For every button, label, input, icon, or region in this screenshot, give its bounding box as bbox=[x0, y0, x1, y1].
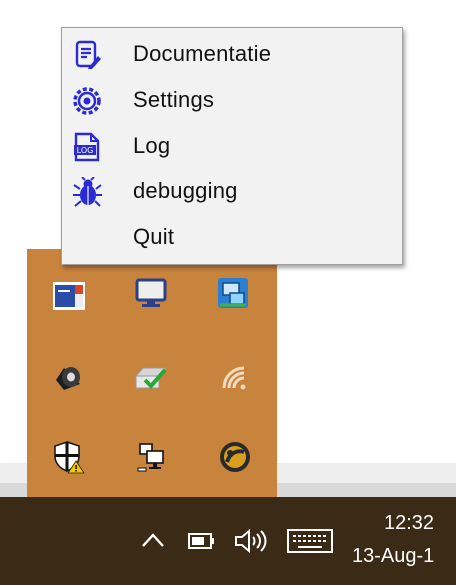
svg-text:LOG: LOG bbox=[77, 146, 94, 155]
document-edit-icon bbox=[72, 40, 102, 70]
bug-icon bbox=[72, 176, 102, 207]
monitor-icon[interactable] bbox=[131, 273, 171, 313]
menu-item-label: Log bbox=[133, 133, 171, 158]
menu-item-log[interactable]: LOG Log bbox=[62, 124, 402, 168]
clock-date[interactable]: 13-Aug-1 bbox=[352, 545, 434, 568]
sync-globe-icon[interactable] bbox=[215, 437, 255, 477]
menu-item-settings[interactable]: Settings bbox=[62, 78, 402, 122]
menu-item-label: debugging bbox=[133, 178, 238, 203]
security-shield-warning-icon[interactable] bbox=[49, 437, 89, 477]
speaker-icon[interactable] bbox=[49, 356, 89, 396]
menu-item-debugging[interactable]: debugging bbox=[62, 169, 402, 213]
keyboard-icon[interactable] bbox=[285, 527, 335, 555]
log-file-icon: LOG bbox=[72, 132, 102, 162]
tray-context-menu: Documentatie Settings LOG Log debugging … bbox=[61, 27, 403, 265]
menu-item-label: Documentatie bbox=[133, 41, 272, 66]
menu-item-label: Settings bbox=[133, 87, 215, 112]
printer-check-icon[interactable] bbox=[131, 357, 171, 397]
volume-icon[interactable] bbox=[232, 527, 270, 555]
menu-item-label: Quit bbox=[133, 224, 175, 249]
battery-icon[interactable] bbox=[186, 529, 218, 553]
network-computer-icon[interactable] bbox=[131, 437, 171, 477]
gear-icon bbox=[72, 86, 102, 116]
app-logo-icon[interactable] bbox=[49, 276, 89, 316]
show-hidden-icons-chevron-icon[interactable] bbox=[138, 527, 168, 553]
menu-item-quit[interactable]: Quit bbox=[62, 215, 402, 259]
menu-item-documentatie[interactable]: Documentatie bbox=[62, 32, 402, 76]
tray-overflow-flyout bbox=[27, 249, 277, 499]
wifi-icon[interactable] bbox=[215, 357, 255, 397]
taskbar bbox=[0, 497, 456, 585]
network-tool-icon[interactable] bbox=[213, 273, 253, 313]
clock-time[interactable]: 12:32 bbox=[384, 512, 434, 535]
